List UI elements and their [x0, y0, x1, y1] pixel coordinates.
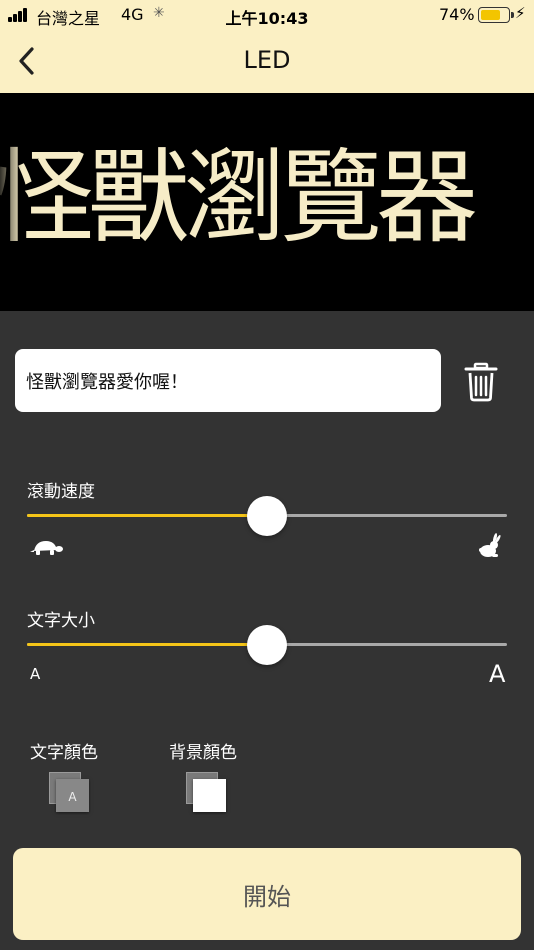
background-color-swatch — [193, 779, 226, 812]
turtle-icon — [30, 541, 63, 555]
trash-icon — [464, 362, 498, 402]
start-button[interactable]: 開始 — [13, 848, 521, 940]
size-track-fill — [27, 643, 267, 646]
text-color-label: 文字顏色 — [30, 743, 98, 763]
charging-icon: ⚡ — [515, 4, 526, 22]
text-color-swatch-glyph: A — [56, 779, 89, 812]
small-text-icon: A — [30, 665, 41, 683]
background-color-picker[interactable] — [186, 772, 226, 812]
background-color-label: 背景顏色 — [169, 743, 237, 763]
status-bar: 台灣之星 4G ✳ 上午10:43 74% ⚡ — [0, 0, 534, 30]
page-title: LED — [243, 46, 291, 74]
led-text-input[interactable] — [15, 349, 441, 412]
text-color-picker[interactable]: A — [49, 772, 89, 812]
large-text-icon: A — [489, 660, 506, 688]
clear-text-button[interactable] — [463, 362, 499, 402]
speed-slider-thumb[interactable] — [247, 496, 287, 536]
rabbit-icon — [479, 533, 501, 557]
led-preview-text: 怪獸瀏覽器 — [0, 139, 478, 258]
text-size-slider-thumb[interactable] — [247, 625, 287, 665]
led-fade-left — [0, 93, 22, 311]
battery-icon — [478, 7, 514, 23]
speed-slider[interactable] — [27, 495, 507, 536]
speed-track-fill — [27, 514, 267, 517]
header: 台灣之星 4G ✳ 上午10:43 74% ⚡ LED — [0, 0, 534, 93]
text-size-slider[interactable] — [27, 624, 507, 665]
battery-percent: 74% — [439, 5, 475, 24]
led-fade-right — [512, 93, 534, 311]
led-preview: 怪獸瀏覽器 — [0, 93, 534, 311]
